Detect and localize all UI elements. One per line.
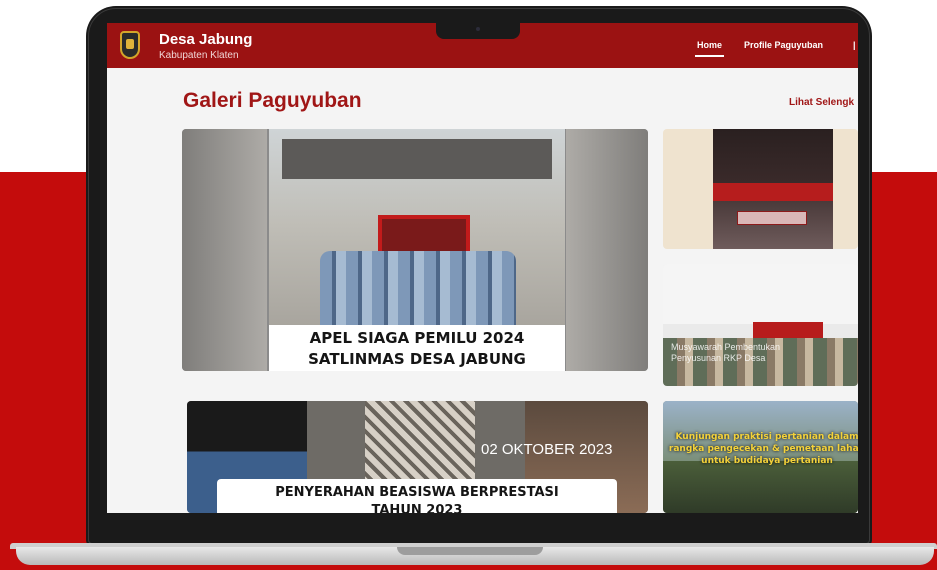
brand-title[interactable]: Desa Jabung (159, 31, 252, 48)
nav-profile-paguyuban[interactable]: Profile Paguyuban (744, 40, 823, 50)
gallery-item-pelatihan[interactable] (663, 129, 858, 249)
laptop-screen: Desa Jabung Kabupaten Klaten Home Profil… (107, 23, 858, 513)
brand-subtitle: Kabupaten Klaten (159, 50, 239, 61)
gallery-caption: PENYERAHAN BEASISWA BERPRESTASI (275, 485, 559, 500)
photo-group (320, 251, 516, 325)
pelatihan-sign (737, 211, 807, 225)
photo-blur-left (182, 129, 267, 371)
photo-hall-wall (663, 264, 858, 324)
gallery-caption: APEL SIAGA PEMILU 2024 (309, 329, 525, 347)
gallery-item-apel-siaga[interactable]: APEL SIAGA PEMILU 2024 SATLINMAS DESA JA… (182, 129, 648, 371)
nav-home[interactable]: Home (694, 40, 725, 57)
see-all-link[interactable]: Lihat Selengk (789, 97, 854, 108)
main-nav: Home Profile Paguyuban (694, 40, 823, 57)
gallery-caption: SATLINMAS DESA JABUNG (308, 350, 526, 368)
event-date: 02 OKTOBER 2023 (481, 441, 613, 458)
page-title: Galeri Paguyuban (183, 89, 362, 112)
laptop-opening-groove (397, 547, 543, 555)
nav-overflow-item[interactable]: | (853, 40, 856, 50)
gallery-item-kunjungan-pertanian[interactable]: Kunjungan praktisi pertanian dalam rangk… (663, 401, 858, 513)
gallery-caption: TAHUN 2023 (371, 503, 463, 513)
photo-field (663, 461, 858, 513)
gallery-item-musyawarah[interactable]: Musyawarah Pembentukan Penyusunan RKP De… (663, 264, 858, 386)
village-logo-icon[interactable] (120, 31, 140, 59)
camera-icon (476, 27, 480, 31)
photo-watermark: Musyawarah Pembentukan Penyusunan RKP De… (671, 342, 781, 363)
photo-blur-right (566, 129, 648, 371)
gallery-item-beasiswa[interactable]: 02 OKTOBER 2023 PENYERAHAN BEASISWA BERP… (187, 401, 648, 513)
gallery-caption: Kunjungan praktisi pertanian dalam rangk… (668, 432, 858, 466)
photo-roof (282, 139, 552, 179)
camera-notch (436, 23, 520, 39)
photo-pelatihan (713, 129, 833, 249)
